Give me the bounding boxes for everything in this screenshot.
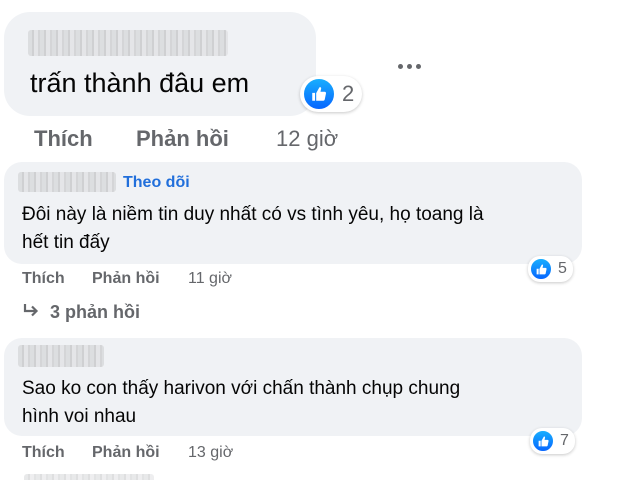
like-icon [302, 77, 336, 111]
reaction-count: 2 [342, 81, 355, 106]
reaction-summary[interactable]: 5 [528, 256, 573, 282]
comment-text-line1: Đôi này là niềm tin duy nhất có vs tình … [22, 204, 484, 225]
replies-count-label: 3 phản hồi [50, 302, 140, 322]
comment-text-line2: hình voi nhau [22, 406, 137, 427]
like-icon [531, 429, 555, 453]
more-options-icon[interactable] [398, 64, 421, 69]
reaction-count: 7 [560, 432, 569, 449]
like-button[interactable]: Thích [22, 270, 65, 288]
reaction-summary[interactable]: 7 [530, 428, 575, 454]
blurred-author-name [28, 30, 228, 56]
comment-bubble [4, 12, 316, 116]
reply-button[interactable]: Phản hồi [92, 444, 160, 462]
like-button[interactable]: Thích [34, 126, 93, 152]
blurred-author-name [18, 345, 104, 367]
comment-text: trấn thành đâu em [30, 68, 250, 98]
blurred-author-name [18, 172, 116, 192]
comment-text-line2: hết tin đấy [22, 232, 110, 253]
reaction-summary[interactable]: 2 [300, 76, 363, 112]
blurred-next-avatar [24, 474, 154, 480]
reply-button[interactable]: Phản hồi [92, 270, 160, 288]
comment-text-line1: Sao ko con thấy harivon với chấn thành c… [22, 378, 461, 399]
follow-link[interactable]: Theo dõi [123, 174, 190, 192]
reply-button[interactable]: Phản hồi [136, 126, 229, 152]
like-icon [529, 257, 553, 281]
comment-time[interactable]: 11 giờ [188, 270, 232, 288]
comment-time[interactable]: 12 giờ [276, 126, 338, 152]
view-replies-link[interactable]: 3 phản hồi [22, 302, 140, 323]
like-button[interactable]: Thích [22, 444, 65, 462]
reaction-count: 5 [558, 260, 567, 277]
comment-time[interactable]: 13 giờ [188, 444, 233, 462]
reply-arrow-icon [22, 302, 40, 323]
